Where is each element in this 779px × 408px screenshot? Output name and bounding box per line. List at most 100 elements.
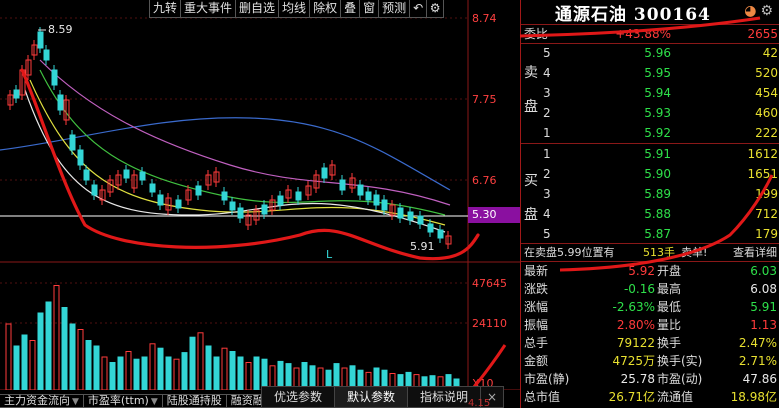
sell-level: 4 [543,66,551,80]
gear-icon[interactable]: ⚙ [426,0,445,18]
volume-axis-label: 24110 [472,317,507,330]
stat-row: 总市值 26.71亿 流通值 18.98亿 [521,389,779,405]
volume-bar [133,358,140,390]
candle-body [407,211,414,221]
back-arrow-icon[interactable]: ↶ [409,0,428,18]
candle-body [357,184,364,196]
stat-value: 26.71亿 [608,390,655,404]
stat-value: 2.80% [616,318,655,332]
tab-pe-ttm[interactable]: 市盈率(ttm) ▼ [82,394,163,408]
ma-line-green [39,69,446,216]
buy-row[interactable]: 1 5.91 1612 [543,145,779,163]
price-axis-label: 7.75 [472,93,497,106]
stat-value: 5.91 [750,300,777,314]
quote-panel: 通源石油 300164 ◕ ⚙ 委比 +43.88% 2655 卖 盘 5 5.9… [520,0,779,408]
committee-value: +43.88% [615,27,671,41]
volume-bar [221,347,228,390]
default-params-button[interactable]: 默认参数 [334,386,409,408]
alert-action: 卖单! [681,246,708,259]
bottom-price-label: 4.15 [468,398,491,408]
stat-row: 金额 4725万 换手(实) 2.71% [521,353,779,369]
candle-body [51,69,58,86]
candle-body [77,149,84,166]
stat-row: 最新 5.92 开盘 6.03 [521,263,779,279]
toolbar-btn-jiuzhuan[interactable]: 九转 [149,0,182,18]
volume-bar [37,312,44,390]
toolbar-btn-ma[interactable]: 均线 [278,0,311,18]
buy-price: 5.89 [644,187,671,201]
sell-side-label: 卖 盘 [522,62,540,116]
gear-icon[interactable]: ⚙ [760,4,773,18]
toolbar-btn-ex-rights[interactable]: 除权 [309,0,342,18]
kline-chart[interactable]: 8.747.756.764764524110X108.595.91L [0,0,520,390]
volume-bar [229,351,236,390]
color-wheel-icon[interactable]: ◕ [744,4,756,18]
sell-row[interactable]: 4 5.95 520 [543,64,779,82]
sell-row[interactable]: 2 5.93 460 [543,104,779,122]
buy-row[interactable]: 2 5.90 1651 [543,165,779,183]
stat-label: 最高 [657,282,682,296]
sell-row[interactable]: 5 5.96 42 [543,44,779,62]
stat-label: 最新 [524,264,549,278]
toolbar-btn-window[interactable]: 窗 [359,0,380,18]
candle-body [237,207,244,219]
volume-bar [165,356,172,390]
stat-label: 最低 [657,300,682,314]
candle-body [13,89,20,99]
sell-volume: 42 [762,46,778,60]
stat-value: 2.47% [738,336,777,350]
stat-row: 涨幅 -2.63% 最低 5.91 [521,299,779,315]
volume-bar [245,362,252,390]
volume-bar [109,362,116,390]
volume-bar [29,340,36,390]
buy-price: 5.90 [644,167,671,181]
buy-level: 3 [543,187,551,201]
buy-price: 5.87 [644,227,671,241]
sell-level: 5 [543,46,551,60]
kline-chart-area[interactable]: 8.74 7.75 6.76 47645 24110 X10 8.59 5.91 L 九转 重大… [0,0,520,408]
stat-value: 47.86 [742,372,777,386]
stat-label: 市盈(动) [657,372,703,386]
stat-label: 开盘 [657,264,682,278]
high-price-label: 8.59 [48,23,73,36]
candle-body [195,185,202,196]
buy-row[interactable]: 5 5.87 179 [543,225,779,243]
volume-bar [213,356,220,390]
annotation-curve [20,68,480,261]
chevron-down-icon: ▼ [150,397,158,407]
volume-bar [85,340,92,390]
toolbar-btn-remove-watchlist[interactable]: 删自选 [235,0,280,18]
candle-body [229,201,236,211]
volume-bar [149,343,156,390]
candle-body [149,183,156,193]
committee-label: 委比 [524,27,549,41]
tab-hk-connect-holdings[interactable]: 陆股通持股 [161,394,227,408]
toolbar-btn-overlay[interactable]: 叠 [340,0,361,18]
tab-label: 陆股通持股 [166,394,222,407]
optimize-params-button[interactable]: 优选参数 [261,386,336,408]
buy-row[interactable]: 4 5.88 712 [543,205,779,223]
stat-row: 市盈(静) 25.78 市盈(动) 47.86 [521,371,779,387]
sell-row[interactable]: 1 5.92 222 [543,124,779,142]
volume-bar [253,356,260,390]
stat-label: 换手 [657,336,682,350]
candle-body [139,171,146,181]
candle-body [157,194,164,206]
volume-bar [205,345,212,390]
toolbar-btn-major-events[interactable]: 重大事件 [180,0,237,18]
tab-main-fund-flow[interactable]: 主力资金流向 ▼ [0,394,84,408]
buy-volume: 179 [755,227,778,241]
buy-row[interactable]: 3 5.89 199 [543,185,779,203]
volume-bar [53,285,60,390]
sell-volume: 460 [755,106,778,120]
view-detail-link[interactable]: 查看详细 [733,244,777,261]
volume-bar [69,323,76,390]
stat-label: 换手(实) [657,354,703,368]
toolbar-btn-forecast[interactable]: 预测 [378,0,411,18]
committee-row: 委比 +43.88% 2655 [521,25,779,43]
chevron-down-icon: ▼ [72,397,79,407]
order-alert-row[interactable]: 在卖盘5.99位置有 513手 卖单! 查看详细 [521,244,779,261]
stat-value: 5.92 [628,264,655,278]
sell-row[interactable]: 3 5.94 454 [543,84,779,102]
stat-label: 金额 [524,354,549,368]
